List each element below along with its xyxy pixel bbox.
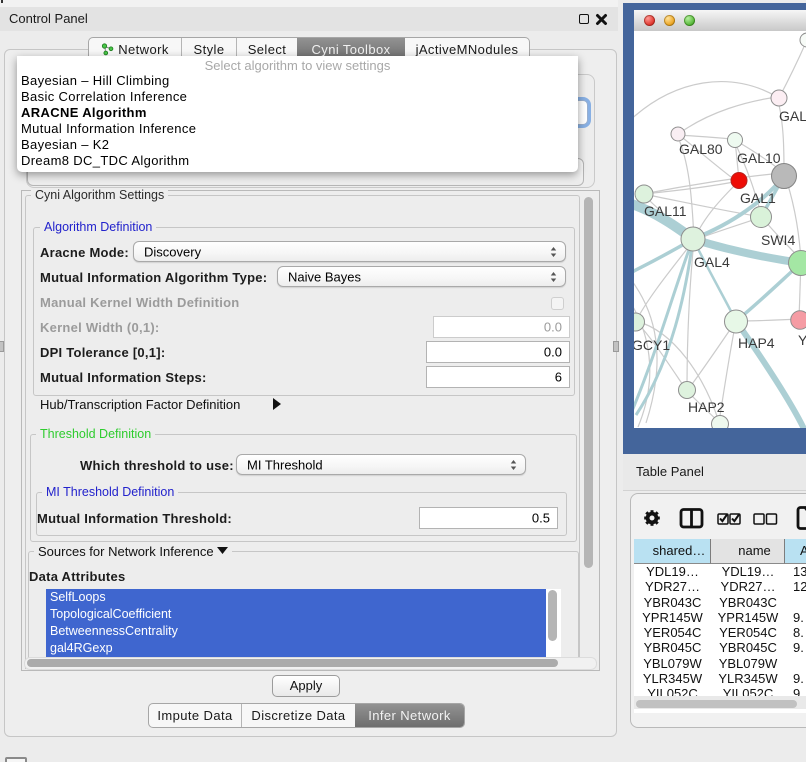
svg-text:GCY1: GCY1 <box>634 337 670 353</box>
svg-text:HAP2: HAP2 <box>688 399 725 415</box>
svg-text:GAL11: GAL11 <box>644 203 687 219</box>
svg-text:GAL4: GAL4 <box>694 254 730 270</box>
svg-text:GAL80: GAL80 <box>679 141 723 157</box>
svg-text:SWI4: SWI4 <box>761 232 795 248</box>
svg-text:GAL10: GAL10 <box>737 150 781 166</box>
svg-text:YEL: YEL <box>798 332 806 348</box>
svg-text:GAL2: GAL2 <box>779 108 806 124</box>
svg-text:HAP4: HAP4 <box>738 335 775 351</box>
svg-text:GAL1: GAL1 <box>740 190 776 206</box>
